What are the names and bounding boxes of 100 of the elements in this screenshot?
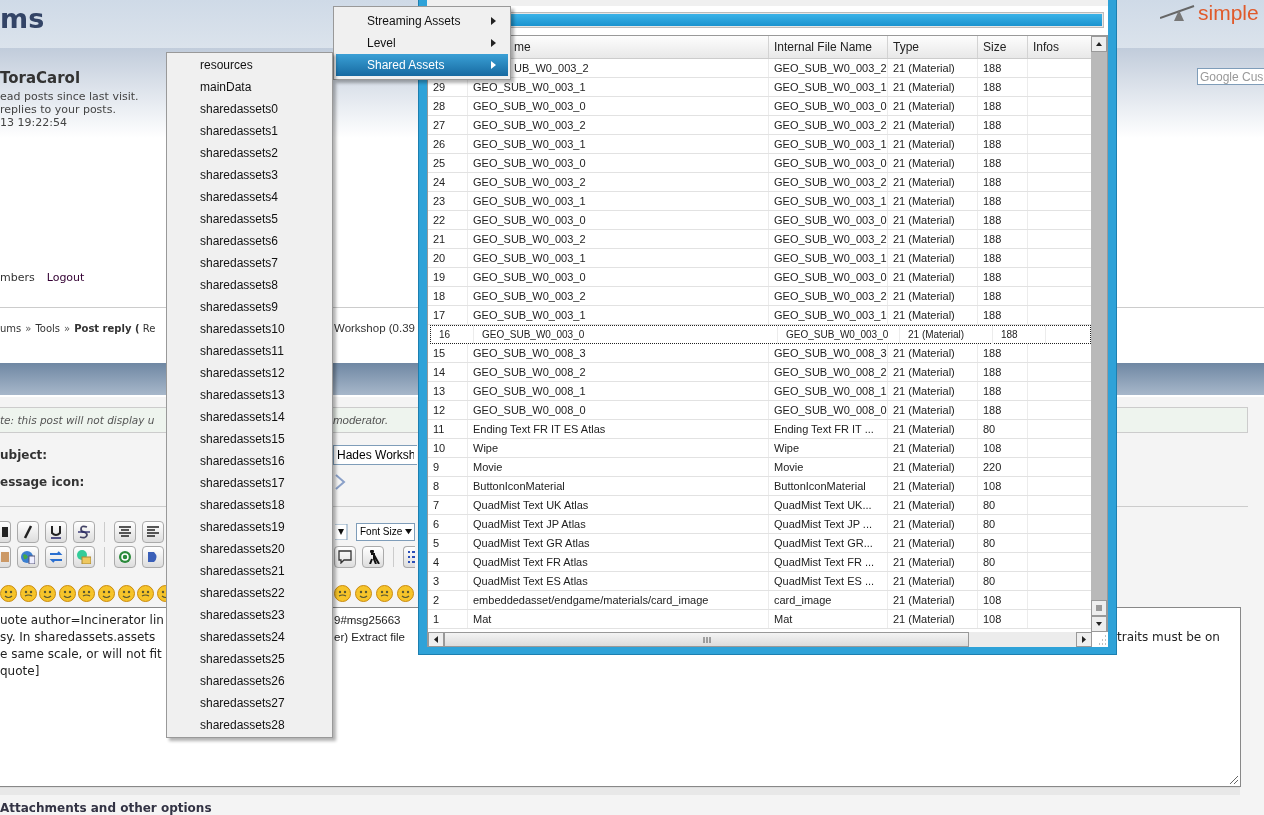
table-row[interactable]: 12 GEO_SUB_W0_008_0 GEO_SUB_W0_008_0 21 (Material) 188	[428, 401, 1091, 420]
post-text: uote author=Incinerator lin	[0, 612, 164, 627]
table-row[interactable]: 22 GEO_SUB_W0_003_0 GEO_SUB_W0_003_0 21 (Material) 188	[428, 211, 1091, 230]
menu-item[interactable]: sharedassets23	[167, 604, 332, 626]
menu-item[interactable]: sharedassets1	[167, 120, 332, 142]
table-cell: GEO_SUB_W0_003_0	[769, 97, 888, 115]
table-cell: GEO_SUB_W0_008_0	[468, 401, 769, 419]
table-row[interactable]: 13 GEO_SUB_W0_008_1 GEO_SUB_W0_008_1 21 (Material) 188	[428, 382, 1091, 401]
menu-item[interactable]: sharedassets25	[167, 648, 332, 670]
table-row[interactable]: 9 Movie Movie 21 (Material) 220	[428, 458, 1091, 477]
menu-item[interactable]: sharedassets10	[167, 318, 332, 340]
table-cell: GEO_SUB_W0_003_2	[769, 173, 888, 191]
table-row[interactable]: 4 QuadMist Text FR Atlas QuadMist Text FR ... 21 (Material) 80	[428, 553, 1091, 572]
menu-item[interactable]: sharedassets21	[167, 560, 332, 582]
menu-item[interactable]: resources	[167, 54, 332, 76]
table-cell: 7	[428, 496, 468, 514]
table-cell: 3	[428, 572, 468, 590]
menu-item[interactable]: sharedassets15	[167, 428, 332, 450]
menu-item[interactable]: sharedassets16	[167, 450, 332, 472]
menu-item[interactable]: sharedassets6	[167, 230, 332, 252]
table-cell: 21 (Material)	[888, 401, 978, 419]
table-row[interactable]: 28 GEO_SUB_W0_003_0 GEO_SUB_W0_003_0 21 (Material) 188	[428, 97, 1091, 116]
menu-item[interactable]: sharedassets2	[167, 142, 332, 164]
font-size-select[interactable]: Font Size	[356, 522, 416, 541]
menu-item[interactable]: sharedassets12	[167, 362, 332, 384]
menu-item[interactable]: sharedassets7	[167, 252, 332, 274]
post-text: 9#msg25663	[334, 613, 401, 626]
table-cell: 21	[428, 230, 468, 248]
menu-item[interactable]: sharedassets22	[167, 582, 332, 604]
table-row[interactable]: 5 QuadMist Text GR Atlas QuadMist Text GR... 21 (Material) 80	[428, 534, 1091, 553]
table-row[interactable]: 20 GEO_SUB_W0_003_1 GEO_SUB_W0_003_1 21 (Material) 188	[428, 249, 1091, 268]
table-cell: 80	[978, 496, 1028, 514]
menu-item[interactable]: sharedassets24	[167, 626, 332, 648]
table-row[interactable]: 2 embeddedasset/endgame/materials/card_image card_image 21 (Material) 108	[428, 591, 1091, 610]
table-cell: 21 (Material)	[888, 230, 978, 248]
menu-item[interactable]: sharedassets11	[167, 340, 332, 362]
table-row[interactable]: 14 GEO_SUB_W0_008_2 GEO_SUB_W0_008_2 21 (Material) 188	[428, 363, 1091, 382]
subject-field[interactable]: Hades Worksh	[333, 444, 417, 465]
table-cell: GEO_SUB_W0_003_2	[769, 116, 888, 134]
menu-item[interactable]: mainData	[167, 76, 332, 98]
menu-item[interactable]: sharedassets13	[167, 384, 332, 406]
table-row[interactable]: 16 GEO_SUB_W0_003_0 GEO_SUB_W0_003_0 21 (Material) 188	[430, 325, 1091, 344]
table-row[interactable]: 10 Wipe Wipe 21 (Material) 108	[428, 439, 1091, 458]
table-row[interactable]: 1 Mat Mat 21 (Material) 108	[428, 610, 1091, 629]
table-cell: 5	[428, 534, 468, 552]
menu-item[interactable]: sharedassets14	[167, 406, 332, 428]
table-cell: 17	[428, 306, 468, 324]
post-text: e same scale, or will not fit	[0, 646, 162, 661]
table-row[interactable]: 27 GEO_SUB_W0_003_2 GEO_SUB_W0_003_2 21 (Material) 188	[428, 116, 1091, 135]
menu-item[interactable]: sharedassets17	[167, 472, 332, 494]
table-row[interactable]: 26 GEO_SUB_W0_003_1 GEO_SUB_W0_003_1 21 (Material) 188	[428, 135, 1091, 154]
table-cell: 20	[428, 249, 468, 267]
column-header[interactable]: Internal File Name	[769, 36, 888, 58]
table-row[interactable]: 7 QuadMist Text UK Atlas QuadMist Text UK... 21 (Material) 80	[428, 496, 1091, 515]
search-field[interactable]: Google Cus	[1197, 68, 1264, 85]
table-cell: 188	[978, 401, 1028, 419]
table-cell: GEO_SUB_W0_008_3	[468, 344, 769, 362]
table-cell: Wipe	[769, 439, 888, 457]
table-row[interactable]: 18 GEO_SUB_W0_003_2 GEO_SUB_W0_003_2 21 (Material) 188	[428, 287, 1091, 306]
menu-item[interactable]: sharedassets3	[167, 164, 332, 186]
menu-item[interactable]: sharedassets4	[167, 186, 332, 208]
column-header[interactable]: Size	[978, 36, 1028, 58]
menu-item[interactable]: Shared Assets	[336, 54, 508, 76]
message-icon-label: essage icon:	[0, 474, 85, 489]
table-cell: GEO_SUB_W0_003_0	[769, 154, 888, 172]
menu-item[interactable]: sharedassets19	[167, 516, 332, 538]
column-header[interactable]: Type	[888, 36, 978, 58]
table-row[interactable]: 3 QuadMist Text ES Atlas QuadMist Text ES ... 21 (Material) 80	[428, 572, 1091, 591]
menu-item[interactable]: sharedassets0	[167, 98, 332, 120]
table-row[interactable]: 6 QuadMist Text JP Atlas QuadMist Text JP ... 21 (Material) 80	[428, 515, 1091, 534]
menu-item[interactable]: sharedassets18	[167, 494, 332, 516]
table-row[interactable]: 11 Ending Text FR IT ES Atlas Ending Text FR IT ... 21 (Material) 80	[428, 420, 1091, 439]
table-cell: 21 (Material)	[888, 420, 978, 438]
table-row[interactable]: 24 GEO_SUB_W0_003_2 GEO_SUB_W0_003_2 21 (Material) 188	[428, 173, 1091, 192]
nav-link[interactable]: mbers	[0, 271, 35, 284]
menu-item[interactable]: sharedassets28	[167, 714, 332, 736]
info-line: ead posts since last visit.	[0, 90, 139, 103]
table-cell: GEO_SUB_W0_003_2	[769, 230, 888, 248]
breadcrumb-link[interactable]: Tools	[35, 322, 61, 334]
menu-item[interactable]: sharedassets26	[167, 670, 332, 692]
table-row[interactable]: 8 ButtonIconMaterial ButtonIconMaterial 21 (Material) 108	[428, 477, 1091, 496]
table-row[interactable]: 19 GEO_SUB_W0_003_0 GEO_SUB_W0_003_0 21 (Material) 188	[428, 268, 1091, 287]
table-cell: 188	[978, 173, 1028, 191]
table-row[interactable]: 23 GEO_SUB_W0_003_1 GEO_SUB_W0_003_1 21 (Material) 188	[428, 192, 1091, 211]
table-cell: 21 (Material)	[888, 192, 978, 210]
nav-link[interactable]: Logout	[46, 271, 85, 284]
post-text: er) Extract file	[334, 630, 405, 643]
menu-item[interactable]: sharedassets27	[167, 692, 332, 714]
table-row[interactable]: 21 GEO_SUB_W0_003_2 GEO_SUB_W0_003_2 21 (Material) 188	[428, 230, 1091, 249]
menu-item[interactable]: sharedassets8	[167, 274, 332, 296]
table-cell: 188	[978, 211, 1028, 229]
table-row[interactable]: 15 GEO_SUB_W0_008_3 GEO_SUB_W0_008_3 21 (Material) 188	[428, 344, 1091, 363]
breadcrumb-link[interactable]: ums	[0, 322, 22, 334]
menu-item[interactable]: sharedassets5	[167, 208, 332, 230]
menu-item[interactable]: sharedassets9	[167, 296, 332, 318]
table-cell: 21 (Material)	[888, 382, 978, 400]
note-text: moderator.	[333, 414, 389, 426]
menu-item[interactable]: sharedassets20	[167, 538, 332, 560]
menu-item[interactable]: Streaming Assets	[336, 10, 508, 32]
table-row[interactable]: 25 GEO_SUB_W0_003_0 GEO_SUB_W0_003_0 21 (Material) 188	[428, 154, 1091, 173]
